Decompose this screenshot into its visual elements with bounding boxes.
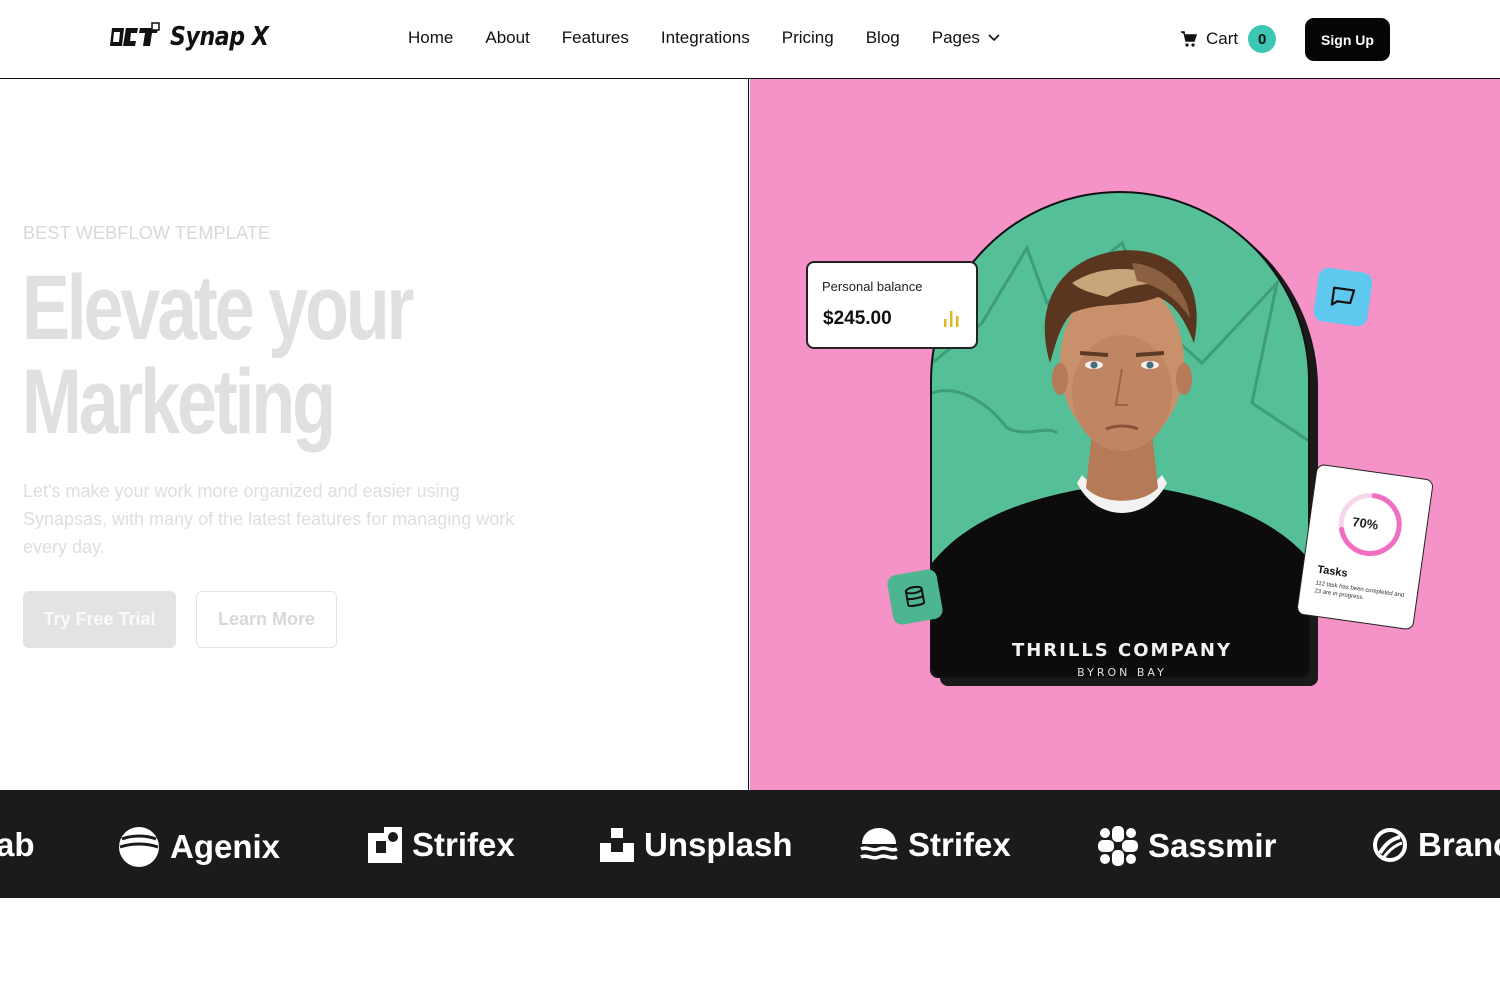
partner-logo-strip: ab Agenix Strifex Unsplash Strifex Sassm… — [0, 790, 1500, 898]
logo-mark-icon — [110, 22, 160, 46]
hero-subtext: Let's make your work more organized and … — [23, 481, 515, 557]
balance-card: Personal balance $245.00 — [806, 261, 978, 349]
database-icon — [904, 585, 926, 607]
partner-logo-name: Strifex — [908, 826, 1011, 863]
partner-logo-name: Agenix — [170, 828, 281, 865]
hero-headline-line2: Marketing — [22, 351, 336, 453]
nav-link-home[interactable]: Home — [408, 28, 453, 48]
cart-count-badge: 0 — [1248, 25, 1277, 53]
tasks-title: Tasks — [1316, 563, 1349, 580]
hero-text-panel: BEST WEBFLOW TEMPLATE Elevate your Marke… — [0, 79, 749, 790]
partner-logo-name: Branc — [1418, 826, 1500, 863]
nav-link-about[interactable]: About — [485, 28, 529, 48]
hero-eyebrow: BEST WEBFLOW TEMPLATE — [23, 223, 271, 243]
partner-logo: ab — [0, 826, 35, 864]
agenix-logo-icon — [119, 827, 159, 867]
nav-link-features[interactable]: Features — [562, 28, 629, 48]
try-free-trial-button[interactable]: Try Free Trial — [23, 591, 176, 648]
cart-label: Cart — [1206, 29, 1239, 48]
sassmir-logo-icon — [1098, 826, 1138, 866]
learn-more-button[interactable]: Learn More — [196, 591, 337, 648]
partner-logo-name: ab — [0, 826, 35, 863]
partner-logo: Strifex — [860, 826, 1011, 864]
tasks-card: 70% Tasks 112 task has been completed an… — [1295, 463, 1435, 631]
chevron-down-icon — [988, 34, 1000, 42]
tasks-description: 112 task has been completed and 23 are i… — [1313, 580, 1405, 602]
shirt-text-line1: THRILLS COMPANY — [1012, 640, 1232, 661]
unsplash-logo-icon — [600, 828, 634, 862]
logo-text: Synap X — [170, 22, 269, 52]
partner-logo: Unsplash — [600, 826, 793, 864]
nav-link-integrations[interactable]: Integrations — [661, 28, 750, 48]
partner-logo: Strifex — [368, 826, 515, 864]
signup-button[interactable]: Sign Up — [1305, 18, 1390, 61]
chat-bubble-icon — [1330, 286, 1356, 306]
partner-logo-name: Strifex — [412, 826, 515, 863]
balance-label: Personal balance — [822, 279, 923, 294]
nav-link-blog[interactable]: Blog — [866, 28, 900, 48]
nav-link-pricing[interactable]: Pricing — [782, 28, 834, 48]
balance-amount: $245.00 — [823, 308, 892, 329]
partner-logo: Sassmir — [1098, 826, 1276, 866]
bar-chart-icon — [944, 311, 959, 327]
partner-logo: Agenix — [118, 826, 280, 868]
hero-portrait-image: THRILLS COMPANY BYRON BAY — [932, 240, 1308, 678]
strifex-waves-logo-icon — [860, 828, 898, 860]
partner-logo-name: Unsplash — [644, 826, 793, 863]
strifex-logo-icon — [368, 827, 402, 863]
partner-logo: Branc — [1372, 826, 1500, 864]
database-badge — [886, 568, 944, 626]
shirt-text-line2: BYRON BAY — [1077, 666, 1167, 678]
hero-portrait-frame: THRILLS COMPANY BYRON BAY — [930, 191, 1310, 678]
logo[interactable]: Synap X — [110, 22, 286, 52]
hero-headline: Elevate your Marketing — [22, 261, 568, 449]
chat-badge — [1312, 266, 1374, 328]
cart-button[interactable]: Cart 0 — [1180, 25, 1277, 53]
partner-logo-name: Sassmir — [1148, 827, 1277, 864]
top-navigation: Synap X Home About Features Integrations… — [0, 0, 1500, 79]
hero-headline-line1: Elevate your — [22, 257, 414, 359]
main-menu: Home About Features Integrations Pricing… — [408, 28, 1000, 48]
nav-dropdown-pages[interactable]: Pages — [932, 28, 1000, 48]
hero-visual-panel: THRILLS COMPANY BYRON BAY Personal balan… — [750, 79, 1500, 790]
brand-logo-icon — [1373, 828, 1407, 862]
nav-dropdown-pages-label: Pages — [931, 28, 980, 47]
cart-icon — [1181, 31, 1198, 47]
